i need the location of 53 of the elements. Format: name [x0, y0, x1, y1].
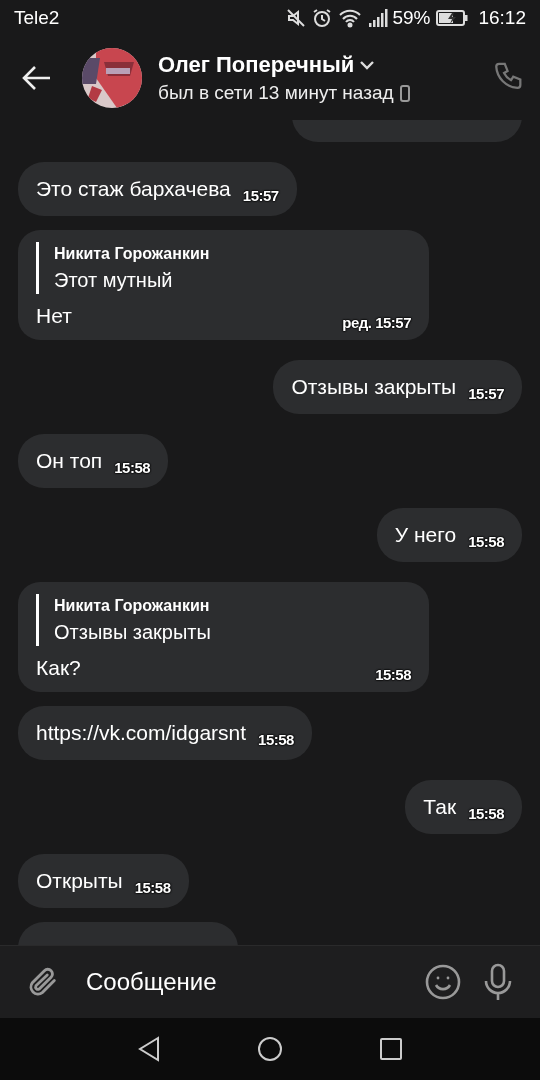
- battery-icon: [436, 10, 469, 26]
- last-seen-status: был в сети 13 минут назад: [158, 82, 394, 104]
- clock-time: 16:12: [478, 7, 526, 29]
- message-input-field[interactable]: Сообщение: [86, 962, 404, 1002]
- emoji-icon[interactable]: [424, 963, 462, 1001]
- quote-author: Никита Горожанкин: [54, 244, 211, 264]
- contact-name[interactable]: Олег Поперечный: [158, 52, 355, 78]
- back-icon[interactable]: [137, 1036, 161, 1062]
- message-text: У него: [394, 522, 457, 548]
- quote-text: Этот мутный: [54, 268, 174, 293]
- carrier-name: Tele2: [14, 7, 60, 29]
- message-time: 15:58: [114, 459, 151, 477]
- battery-percent: 59%: [392, 7, 431, 29]
- message-time: 15:58: [258, 731, 294, 749]
- wifi-icon: [338, 8, 363, 28]
- message-bubble[interactable]: У него 15:58: [376, 508, 522, 562]
- message-bubble[interactable]: Это стаж бархачева 15:57: [18, 162, 297, 216]
- message-time: 15:58: [468, 805, 504, 823]
- signal-icon: [368, 9, 391, 27]
- message-time: 15:58: [134, 879, 171, 897]
- message-time: 15:57: [468, 385, 504, 403]
- quote-text: Отзывы закрыты: [54, 620, 212, 645]
- message-text: https://vk.com/idgarsnt: [36, 720, 247, 746]
- quote-author: Никита Горожанкин: [54, 596, 211, 616]
- message-bubble[interactable]: Отзывы закрыты 15:57: [273, 360, 522, 414]
- message-bubble[interactable]: Открыты 15:58: [18, 854, 189, 908]
- message-text: Открыты: [36, 868, 123, 894]
- home-icon[interactable]: [257, 1036, 283, 1062]
- message-text: Как?: [36, 655, 82, 681]
- message-time: 15:58: [468, 533, 504, 551]
- back-arrow-icon[interactable]: [22, 65, 52, 91]
- message-time: 15:58: [375, 666, 411, 684]
- message-text: Так: [423, 794, 457, 820]
- mute-icon: [286, 8, 307, 28]
- message-bubble[interactable]: https://vk.com/idgarsnt 15:58: [18, 706, 312, 760]
- message-time: 15:57: [242, 187, 279, 205]
- message-text: Это стаж бархачева: [36, 176, 231, 202]
- message-bubble[interactable]: Так 15:58: [405, 780, 522, 834]
- message-composer[interactable]: Сообщение: [0, 945, 540, 1018]
- message-bubble[interactable]: Никита Горожанкин Этот мутный Нет ред. 15:57: [18, 230, 429, 340]
- message-text: Нет: [36, 303, 73, 329]
- quoted-message[interactable]: Никита Горожанкин Этот мутный: [36, 242, 411, 294]
- microphone-icon[interactable]: [482, 963, 514, 1001]
- message-text: Он топ: [36, 448, 103, 474]
- message-time: ред. 15:57: [342, 314, 411, 332]
- phone-device-icon: [399, 84, 410, 102]
- message-text: Отзывы закрыты: [291, 374, 457, 400]
- chevron-down-icon[interactable]: [360, 60, 375, 70]
- message-bubble[interactable]: Никита Горожанкин Отзывы закрыты Как? 15:58: [18, 582, 429, 692]
- message-bubble[interactable]: Он топ 15:58: [18, 434, 169, 488]
- alarm-icon: [312, 8, 333, 28]
- quoted-message[interactable]: Никита Горожанкин Отзывы закрыты: [36, 594, 411, 646]
- recent-apps-icon[interactable]: [379, 1037, 403, 1061]
